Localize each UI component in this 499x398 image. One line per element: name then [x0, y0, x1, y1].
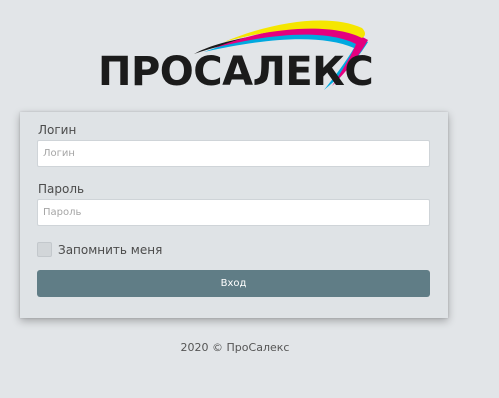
remember-checkbox[interactable] — [37, 242, 52, 257]
login-card: Логин Пароль Запомнить меня Вход — [20, 112, 448, 318]
login-label: Логин — [38, 123, 77, 137]
password-input[interactable] — [37, 199, 430, 226]
logo-text: ПРОСАЛЕКС — [98, 49, 374, 95]
login-input[interactable] — [37, 140, 430, 167]
password-label: Пароль — [38, 182, 85, 196]
remember-label: Запомнить меня — [58, 242, 163, 257]
remember-me[interactable]: Запомнить меня — [37, 242, 162, 257]
logo: ПРОСАЛЕКС — [96, 14, 376, 98]
footer-copyright: 2020 © ПроСалекс — [180, 341, 290, 354]
login-button[interactable]: Вход — [37, 270, 430, 297]
